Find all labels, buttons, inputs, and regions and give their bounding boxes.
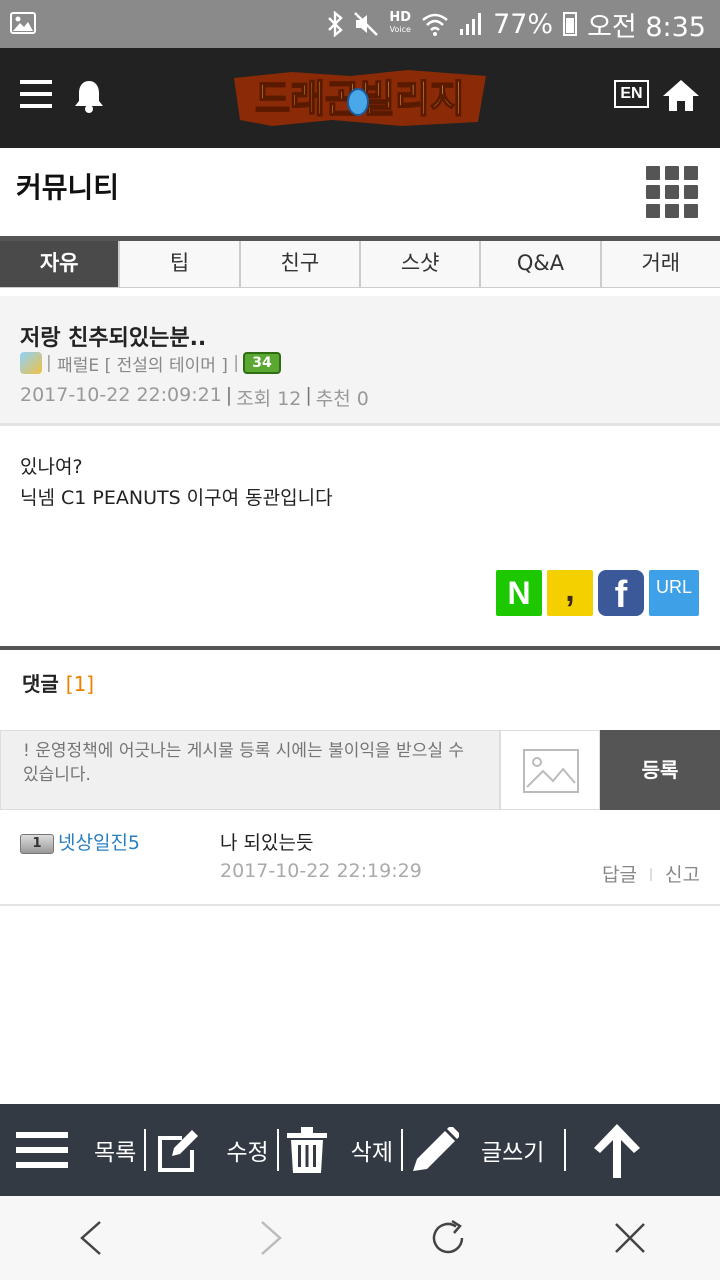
tab-trade[interactable]: 거래 <box>601 241 720 288</box>
mute-icon <box>354 12 379 36</box>
post-recommend: 추천 0 <box>315 388 369 410</box>
toolbar-divider <box>564 1129 567 1171</box>
wifi-icon <box>422 13 448 36</box>
image-attach-button[interactable] <box>500 730 600 810</box>
list-button[interactable]: 목록 <box>0 1104 136 1196</box>
commenter-name[interactable]: 넷상일진5 <box>58 828 140 855</box>
tab-free[interactable]: 자유 <box>0 241 121 288</box>
commenter-level-badge: 1 <box>20 834 54 854</box>
post-date: 2017-10-22 22:09:21 <box>20 384 222 406</box>
battery-percent: 77% <box>493 8 554 40</box>
close-icon[interactable] <box>610 1218 650 1258</box>
comments-title: 댓글 [1] <box>22 672 95 696</box>
toolbar-divider <box>400 1129 403 1171</box>
pencil-icon <box>412 1127 459 1171</box>
comment-input[interactable] <box>0 730 500 810</box>
author-level-badge: 34 <box>243 352 282 374</box>
signal-icon <box>460 13 482 35</box>
board-tabs: 자유 팁 친구 스샷 Q&A 거래 <box>0 236 720 288</box>
delete-button[interactable]: 삭제 <box>286 1104 393 1196</box>
kakao-share-button[interactable]: , <box>547 570 593 616</box>
post-header: 저랑 친추되있는분.. | 패럴E [ 전설의 테이머 ] | 34 2017-… <box>0 296 720 426</box>
comment-item: 1 넷상일진5 나 되있는듯 2017-10-22 22:19:29 답글 | … <box>0 812 720 906</box>
language-toggle[interactable]: EN <box>614 80 649 108</box>
page-title: 커뮤니티 <box>16 171 120 204</box>
naver-share-button[interactable]: N <box>496 570 542 616</box>
author-line: | 패럴E [ 전설의 테이머 ] | 34 <box>20 350 282 376</box>
back-icon[interactable] <box>72 1218 112 1258</box>
grid-menu-icon[interactable] <box>646 166 698 218</box>
dragon-village-logo[interactable]: 드래곤빌리지 <box>232 68 488 128</box>
comment-form: 등록 <box>0 730 720 810</box>
comments-count: [1] <box>65 672 95 696</box>
author-avatar-icon <box>20 352 42 374</box>
comment-submit-button[interactable]: 등록 <box>600 730 720 810</box>
author-nick[interactable]: 패럴E <box>57 351 99 376</box>
browser-nav-bar <box>0 1196 720 1280</box>
toolbar-divider <box>144 1129 147 1171</box>
scroll-top-button[interactable] <box>592 1104 642 1196</box>
arrow-up-icon <box>594 1124 641 1178</box>
post-views: 조회 12 <box>236 388 302 410</box>
tab-qna[interactable]: Q&A <box>481 241 602 288</box>
battery-icon <box>563 12 578 36</box>
gallery-notification-icon <box>10 12 36 34</box>
page-title-bar: 커뮤니티 <box>0 148 720 236</box>
list-icon <box>16 1132 68 1168</box>
comment-date: 2017-10-22 22:19:29 <box>220 860 422 882</box>
write-button[interactable]: 글쓰기 <box>411 1104 544 1196</box>
bottom-toolbar: 목록 수정 삭제 글쓰기 <box>0 1104 720 1196</box>
tab-friends[interactable]: 친구 <box>240 241 361 288</box>
home-icon[interactable] <box>662 78 700 112</box>
post-body-line: 있나여? <box>20 456 83 478</box>
clock: 오전 8:35 <box>587 11 706 43</box>
bell-icon[interactable] <box>72 78 106 114</box>
post-body: 있나여? 닉넴 C1 PEANUTS 이구여 동관입니다 <box>20 452 700 514</box>
comment-text: 나 되있는듯 <box>220 832 314 854</box>
hd-voice-icon: HD Voice <box>389 10 412 34</box>
edit-button[interactable]: 수정 <box>154 1104 269 1196</box>
facebook-share-button[interactable]: f <box>598 570 644 616</box>
report-button[interactable]: 신고 <box>665 860 700 887</box>
tab-screenshots[interactable]: 스샷 <box>360 241 482 288</box>
reply-button[interactable]: 답글 <box>602 860 637 887</box>
tab-tips[interactable]: 팁 <box>120 241 241 288</box>
toolbar-divider <box>276 1129 279 1171</box>
comment-actions: 답글 | 신고 <box>602 860 700 887</box>
menu-icon[interactable] <box>20 80 52 108</box>
url-copy-button[interactable]: URL <box>649 570 699 616</box>
bluetooth-icon <box>328 11 344 37</box>
forward-icon[interactable] <box>250 1218 290 1258</box>
refresh-icon[interactable] <box>428 1218 468 1258</box>
post-title: 저랑 친추되있는분.. <box>20 326 207 351</box>
comments-divider <box>0 646 720 650</box>
image-icon <box>523 749 579 793</box>
author-title: [ 전설의 테이머 ] <box>104 355 228 376</box>
status-bar: HD Voice 77% 오전 8:35 <box>0 0 720 48</box>
post-body-line: 닉넴 C1 PEANUTS 이구여 동관입니다 <box>20 487 333 509</box>
share-buttons: N , f URL <box>496 570 699 616</box>
edit-icon <box>158 1130 199 1172</box>
app-header: 드래곤빌리지 EN <box>0 48 720 148</box>
post-meta: 2017-10-22 22:09:21 | 조회 12 | 추천 0 <box>20 384 369 410</box>
trash-icon <box>286 1127 327 1173</box>
